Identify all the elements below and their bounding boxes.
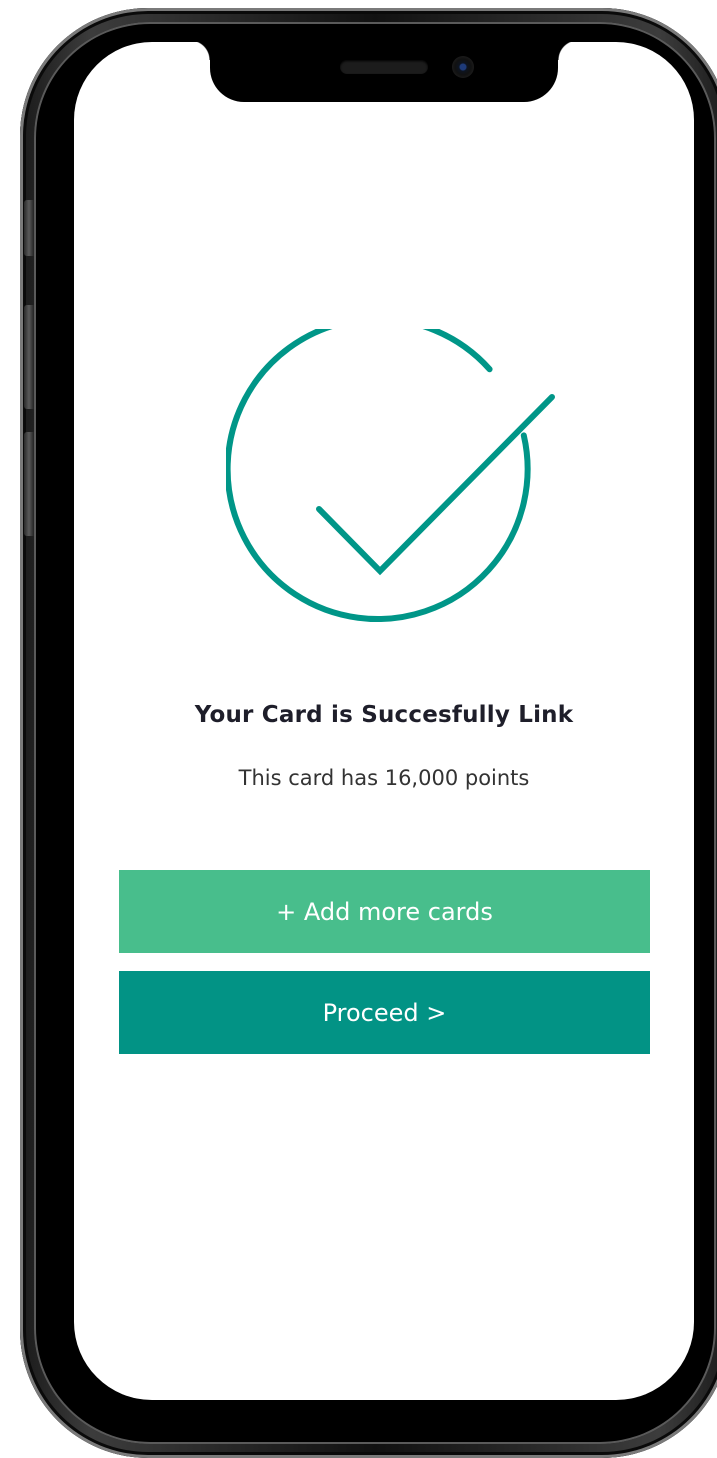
front-camera-icon [452, 56, 474, 78]
volume-down-button [24, 432, 34, 536]
success-circle-arc [226, 329, 531, 622]
notch [190, 42, 578, 102]
add-more-cards-button[interactable]: + Add more cards [119, 870, 650, 953]
success-checkmark [316, 394, 555, 576]
silent-switch [24, 200, 34, 256]
phone-screen: Your Card is Succesfully Link This card … [74, 42, 694, 1400]
success-title: Your Card is Succesfully Link [194, 702, 574, 728]
check-circle-icon [226, 329, 555, 622]
points-subtitle: This card has 16,000 points [238, 766, 530, 790]
earpiece-speaker [340, 60, 428, 74]
volume-up-button [24, 305, 34, 409]
proceed-button[interactable]: Proceed > [119, 971, 650, 1054]
